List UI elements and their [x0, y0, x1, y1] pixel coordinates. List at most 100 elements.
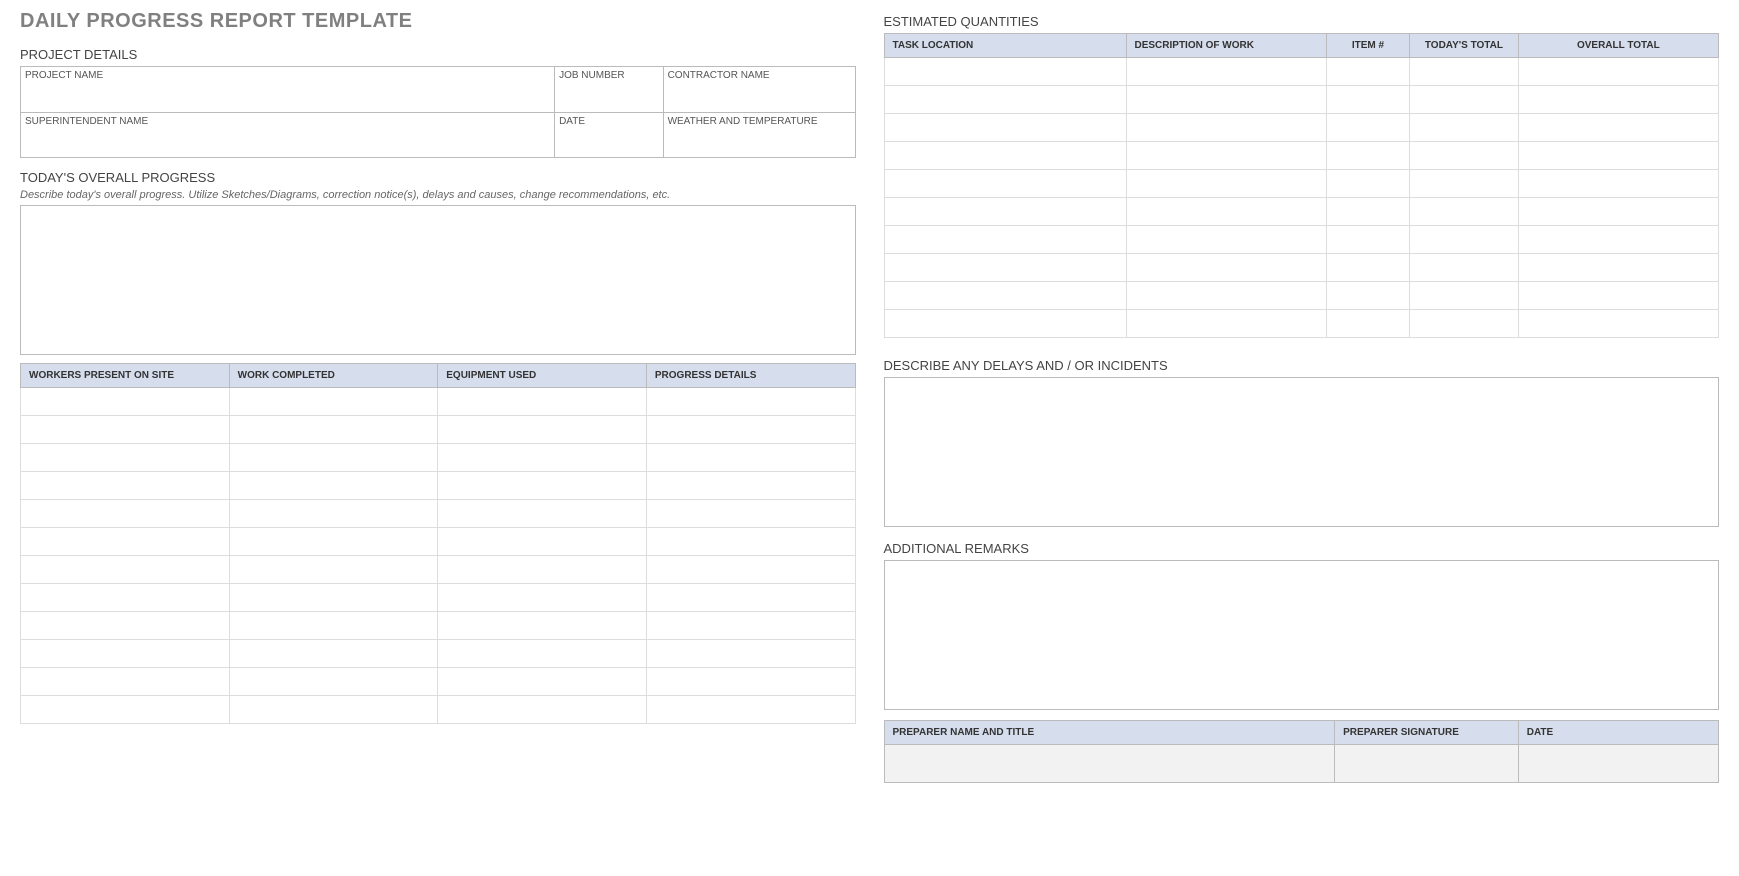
table-cell[interactable]: [646, 668, 855, 696]
table-cell[interactable]: [1410, 226, 1518, 254]
table-cell[interactable]: [438, 584, 647, 612]
table-cell[interactable]: [1326, 58, 1409, 86]
table-cell[interactable]: [884, 310, 1126, 338]
table-cell[interactable]: [1410, 114, 1518, 142]
table-cell[interactable]: [438, 640, 647, 668]
table-cell[interactable]: [229, 640, 438, 668]
delays-box[interactable]: [884, 377, 1720, 527]
overall-progress-box[interactable]: [20, 205, 856, 355]
contractor-name-field[interactable]: [663, 82, 855, 112]
table-cell[interactable]: [21, 612, 230, 640]
table-cell[interactable]: [1410, 142, 1518, 170]
table-cell[interactable]: [1326, 226, 1409, 254]
table-cell[interactable]: [438, 528, 647, 556]
table-cell[interactable]: [21, 584, 230, 612]
table-cell[interactable]: [646, 444, 855, 472]
table-cell[interactable]: [438, 388, 647, 416]
table-cell[interactable]: [646, 584, 855, 612]
table-cell[interactable]: [1518, 58, 1718, 86]
table-cell[interactable]: [646, 556, 855, 584]
job-number-field[interactable]: [555, 82, 663, 112]
table-cell[interactable]: [1126, 142, 1326, 170]
table-cell[interactable]: [21, 696, 230, 724]
table-cell[interactable]: [438, 500, 647, 528]
table-cell[interactable]: [21, 444, 230, 472]
table-cell[interactable]: [1126, 198, 1326, 226]
superintendent-field[interactable]: [21, 128, 555, 158]
table-cell[interactable]: [1410, 86, 1518, 114]
table-cell[interactable]: [1126, 114, 1326, 142]
table-cell[interactable]: [1326, 254, 1409, 282]
table-cell[interactable]: [646, 696, 855, 724]
table-cell[interactable]: [646, 612, 855, 640]
table-cell[interactable]: [21, 388, 230, 416]
table-cell[interactable]: [229, 444, 438, 472]
weather-field[interactable]: [663, 128, 855, 158]
table-cell[interactable]: [21, 528, 230, 556]
date-field[interactable]: [555, 128, 663, 158]
table-cell[interactable]: [884, 282, 1126, 310]
table-cell[interactable]: [884, 198, 1126, 226]
table-cell[interactable]: [1326, 310, 1409, 338]
table-cell[interactable]: [229, 416, 438, 444]
table-cell[interactable]: [1410, 170, 1518, 198]
table-cell[interactable]: [438, 416, 647, 444]
table-cell[interactable]: [1126, 310, 1326, 338]
table-cell[interactable]: [1518, 254, 1718, 282]
table-cell[interactable]: [1326, 86, 1409, 114]
preparer-name-field[interactable]: [884, 745, 1335, 783]
table-cell[interactable]: [1126, 254, 1326, 282]
table-cell[interactable]: [1410, 198, 1518, 226]
preparer-signature-field[interactable]: [1335, 745, 1519, 783]
table-cell[interactable]: [1410, 310, 1518, 338]
table-cell[interactable]: [1518, 114, 1718, 142]
table-cell[interactable]: [21, 556, 230, 584]
table-cell[interactable]: [1410, 58, 1518, 86]
table-cell[interactable]: [438, 696, 647, 724]
table-cell[interactable]: [646, 416, 855, 444]
table-cell[interactable]: [1126, 282, 1326, 310]
table-cell[interactable]: [1326, 142, 1409, 170]
preparer-date-field[interactable]: [1518, 745, 1718, 783]
table-cell[interactable]: [229, 388, 438, 416]
table-cell[interactable]: [646, 472, 855, 500]
table-cell[interactable]: [1326, 170, 1409, 198]
table-cell[interactable]: [1518, 310, 1718, 338]
table-cell[interactable]: [229, 472, 438, 500]
table-cell[interactable]: [438, 612, 647, 640]
table-cell[interactable]: [438, 444, 647, 472]
table-cell[interactable]: [1126, 86, 1326, 114]
table-cell[interactable]: [1518, 282, 1718, 310]
table-cell[interactable]: [229, 528, 438, 556]
table-cell[interactable]: [229, 584, 438, 612]
table-cell[interactable]: [438, 556, 647, 584]
table-cell[interactable]: [21, 500, 230, 528]
table-cell[interactable]: [646, 528, 855, 556]
table-cell[interactable]: [21, 640, 230, 668]
table-cell[interactable]: [1126, 226, 1326, 254]
table-cell[interactable]: [1326, 198, 1409, 226]
table-cell[interactable]: [1518, 86, 1718, 114]
table-cell[interactable]: [438, 668, 647, 696]
table-cell[interactable]: [884, 254, 1126, 282]
table-cell[interactable]: [1518, 198, 1718, 226]
table-cell[interactable]: [229, 668, 438, 696]
table-cell[interactable]: [1126, 170, 1326, 198]
table-cell[interactable]: [884, 86, 1126, 114]
table-cell[interactable]: [21, 472, 230, 500]
table-cell[interactable]: [884, 114, 1126, 142]
table-cell[interactable]: [646, 500, 855, 528]
table-cell[interactable]: [229, 500, 438, 528]
table-cell[interactable]: [438, 472, 647, 500]
table-cell[interactable]: [884, 142, 1126, 170]
table-cell[interactable]: [1518, 170, 1718, 198]
table-cell[interactable]: [229, 556, 438, 584]
project-name-field[interactable]: [21, 82, 555, 112]
table-cell[interactable]: [21, 416, 230, 444]
table-cell[interactable]: [229, 612, 438, 640]
table-cell[interactable]: [1410, 254, 1518, 282]
table-cell[interactable]: [1518, 226, 1718, 254]
table-cell[interactable]: [21, 668, 230, 696]
table-cell[interactable]: [884, 58, 1126, 86]
remarks-box[interactable]: [884, 560, 1720, 710]
